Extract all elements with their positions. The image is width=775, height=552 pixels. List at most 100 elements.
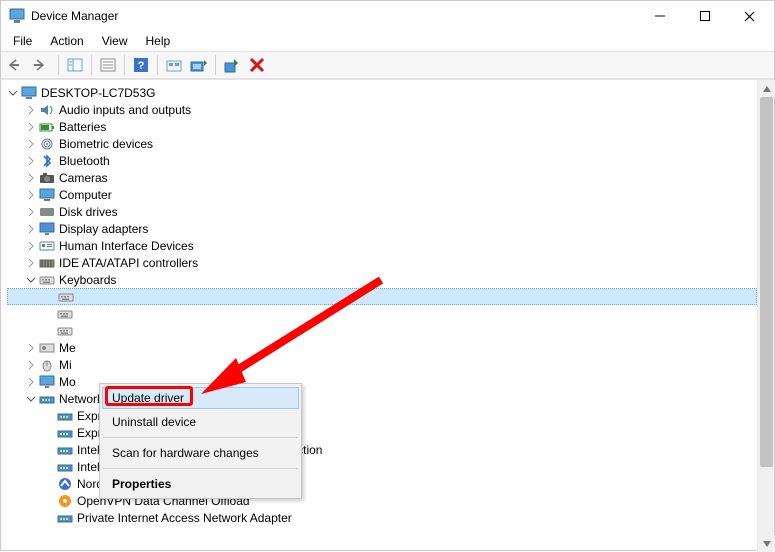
vertical-scrollbar[interactable] [757,80,774,552]
expander-spacer [43,308,55,320]
close-button[interactable] [727,1,772,31]
ctx-update-driver-label: Update driver [112,391,184,405]
app-icon [9,8,25,24]
expander-spacer [43,461,55,473]
tree-category[interactable]: IDE ATA/ATAPI controllers [7,254,757,271]
network-adapter-icon [57,476,73,492]
category-label: Mo [59,375,76,389]
show-hide-tree-button[interactable] [63,53,87,77]
tree-category[interactable]: Me [7,339,757,356]
expander-spacer [43,325,55,337]
scroll-up-button[interactable] [758,80,775,97]
expander-icon[interactable] [25,206,37,218]
expander-icon[interactable] [25,376,37,388]
scan-hardware-button[interactable] [162,53,186,77]
network-adapter-icon [57,493,73,509]
category-label: Human Interface Devices [59,239,194,253]
expander-icon[interactable] [25,240,37,252]
toolbar-separator [58,55,59,75]
toolbar-separator [124,55,125,75]
network-adapter-icon [57,510,73,526]
expander-spacer [44,291,56,303]
tree-device-keyboard[interactable] [7,305,757,322]
enable-device-button[interactable] [220,53,244,77]
scroll-down-button[interactable] [758,535,775,552]
scroll-thumb[interactable] [760,97,773,467]
network-adapter-icon [57,425,73,441]
category-icon [39,119,55,135]
expander-icon[interactable] [25,121,37,133]
ctx-properties[interactable]: Properties [102,472,299,496]
ctx-scan-hardware[interactable]: Scan for hardware changes [102,441,299,465]
ctx-separator [103,437,298,438]
tree-category[interactable]: Human Interface Devices [7,237,757,254]
expander-icon[interactable] [25,138,37,150]
tree-category[interactable]: Bluetooth [7,152,757,169]
tree-device-keyboard[interactable] [7,288,757,305]
help-button[interactable]: ? [129,53,153,77]
tree-category[interactable]: Display adapters [7,220,757,237]
tree-category[interactable]: Disk drives [7,203,757,220]
menu-action[interactable]: Action [42,32,91,50]
forward-button[interactable] [30,53,54,77]
tree-category[interactable]: Keyboards [7,271,757,288]
category-icon [39,391,55,407]
expander-icon[interactable] [25,274,37,286]
expander-icon[interactable] [25,342,37,354]
ctx-separator [103,468,298,469]
category-label: Bluetooth [59,154,110,168]
expander-spacer [43,410,55,422]
maximize-button[interactable] [682,1,727,31]
tree-category[interactable]: Batteries [7,118,757,135]
category-icon [39,238,55,254]
back-button[interactable] [5,53,29,77]
tree-category[interactable]: Cameras [7,169,757,186]
keyboard-icon [57,323,73,339]
expander-icon[interactable] [25,393,37,405]
ctx-properties-label: Properties [112,477,171,491]
expander-spacer [43,512,55,524]
ctx-scan-hardware-label: Scan for hardware changes [112,446,259,460]
properties-button[interactable] [96,53,120,77]
category-label: Mi [59,358,72,372]
menu-file[interactable]: File [5,32,40,50]
expander-icon[interactable] [25,155,37,167]
tree-device-keyboard[interactable] [7,322,757,339]
category-icon [39,340,55,356]
device-label: Private Internet Access Network Adapter [77,511,292,525]
ctx-uninstall-device-label: Uninstall device [112,415,196,429]
svg-text:?: ? [138,60,145,72]
tree-device-network[interactable]: Private Internet Access Network Adapter [7,509,757,526]
category-icon [39,102,55,118]
menu-help[interactable]: Help [138,32,179,50]
toolbar-separator [157,55,158,75]
window-title: Device Manager [31,9,637,23]
tree-category[interactable]: Computer [7,186,757,203]
category-icon [39,272,55,288]
update-driver-button[interactable] [187,53,211,77]
expander-spacer [43,495,55,507]
network-adapter-icon [57,408,73,424]
category-icon [39,204,55,220]
expander-icon[interactable] [25,104,37,116]
menu-view[interactable]: View [94,32,136,50]
category-icon [39,357,55,373]
category-icon [39,170,55,186]
uninstall-device-button[interactable] [245,53,269,77]
category-label: Audio inputs and outputs [59,103,191,117]
ctx-update-driver[interactable]: Update driver [102,387,299,409]
tree-category[interactable]: Biometric devices [7,135,757,152]
expander-icon[interactable] [25,359,37,371]
minimize-button[interactable] [637,1,682,31]
expander-spacer [43,444,55,456]
expander-icon[interactable] [25,223,37,235]
category-label: Me [59,341,76,355]
tree-category[interactable]: Mi [7,356,757,373]
ctx-uninstall-device[interactable]: Uninstall device [102,410,299,434]
expander-icon[interactable] [25,257,37,269]
expander-icon[interactable] [25,189,37,201]
expander-icon[interactable] [25,172,37,184]
tree-root[interactable]: DESKTOP-LC7D53G [7,84,757,101]
tree-category[interactable]: Audio inputs and outputs [7,101,757,118]
expander-icon[interactable] [7,87,19,99]
